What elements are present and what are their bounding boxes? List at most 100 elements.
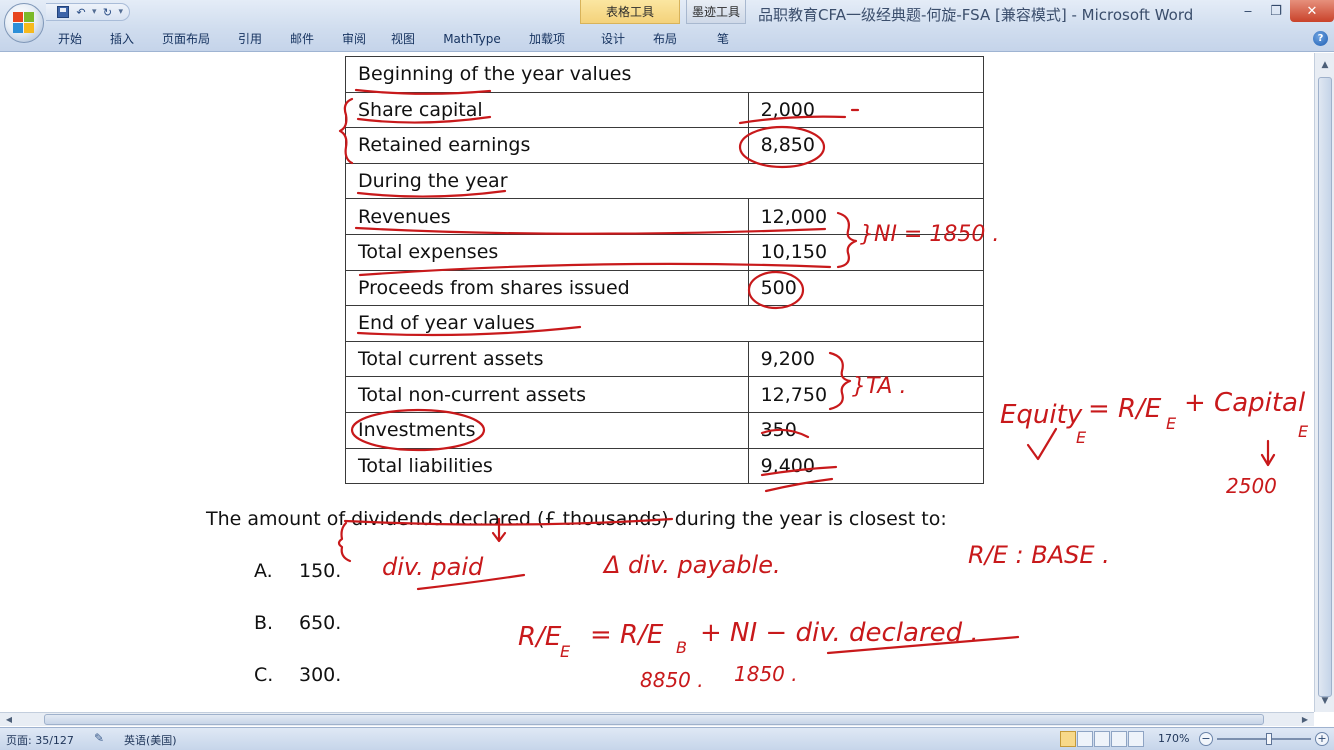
ink-re-rhs: + NI − div. declared .: [700, 618, 979, 648]
table-row: End of year values: [345, 305, 984, 342]
tab-mathtype[interactable]: MathType: [430, 29, 514, 49]
option-text: 650.: [299, 612, 342, 634]
ink-capital-label: + Capital: [1184, 388, 1306, 418]
ink-arrow: [1260, 439, 1276, 467]
table-cell-value: 8,850: [747, 127, 985, 164]
status-bar: 页面: 35/127 ✎ 英语(美国) 170% − +: [0, 727, 1334, 750]
table-cell-label: Proceeds from shares issued: [345, 269, 749, 307]
table-cell-label: Total non-current assets: [345, 376, 749, 413]
tab-layout[interactable]: 布局: [646, 29, 684, 49]
zoom-in-button[interactable]: +: [1315, 732, 1329, 746]
redo-icon[interactable]: ↻: [101, 5, 115, 19]
scroll-down-icon[interactable]: ▼: [1317, 693, 1333, 709]
save-icon[interactable]: [56, 5, 70, 19]
table-cell-value: 10,150: [747, 233, 985, 271]
question-text: The amount of dividends declared (£ thou…: [206, 508, 947, 530]
ink-equity-rhs: = R/E: [1088, 394, 1162, 424]
table-row: Total expenses 10,150: [345, 233, 985, 271]
scroll-left-icon[interactable]: ◀: [2, 713, 16, 726]
zoom-slider[interactable]: [1217, 738, 1311, 740]
table-cell-label: Revenues: [345, 198, 749, 235]
ink-capital-sub: E: [1298, 422, 1309, 441]
tab-add-ins[interactable]: 加载项: [514, 29, 580, 49]
web-layout-view-icon[interactable]: [1094, 731, 1110, 747]
ink-re-lhs-sub: E: [560, 642, 571, 661]
ink-value-8850: 8850 .: [640, 668, 704, 692]
vertical-scrollbar[interactable]: ▲ ▼: [1314, 53, 1334, 712]
financial-data-table: Beginning of the year values Share capit…: [345, 56, 985, 485]
table-cell-label: Total current assets: [345, 340, 749, 378]
undo-dropdown-icon[interactable]: ▾: [92, 7, 97, 17]
tab-review[interactable]: 审阅: [332, 29, 376, 49]
table-section-header: During the year: [345, 162, 984, 200]
undo-icon[interactable]: ↶: [74, 5, 88, 19]
full-screen-reading-view-icon[interactable]: [1077, 731, 1093, 747]
table-row: Total non-current assets 12,750: [345, 376, 985, 413]
zoom-out-button[interactable]: −: [1199, 732, 1213, 746]
draft-view-icon[interactable]: [1128, 731, 1144, 747]
tab-mailings[interactable]: 邮件: [272, 29, 332, 49]
horizontal-scroll-thumb[interactable]: [44, 714, 1264, 725]
tab-home[interactable]: 开始: [40, 29, 100, 49]
proofing-icon[interactable]: ✎: [94, 731, 110, 747]
table-row: Total current assets 9,200: [345, 340, 985, 378]
tab-view[interactable]: 视图: [376, 29, 430, 49]
office-button[interactable]: [4, 3, 44, 43]
table-cell-value: 12,000: [747, 198, 985, 235]
help-icon[interactable]: ?: [1313, 31, 1328, 46]
tab-design[interactable]: 设计: [580, 29, 646, 49]
vertical-scroll-thumb[interactable]: [1318, 77, 1332, 697]
scroll-up-icon[interactable]: ▲: [1317, 57, 1333, 73]
option-text: 150.: [299, 560, 342, 582]
table-row: Beginning of the year values: [345, 56, 984, 93]
close-button[interactable]: ✕: [1290, 0, 1334, 22]
window-controls: ‒ ❐ ✕: [1234, 0, 1334, 22]
table-row: Total liabilities 9,400: [345, 447, 985, 485]
option-text: 300.: [299, 664, 342, 686]
table-cell-label: Total expenses: [345, 233, 749, 271]
ink-equity-label: Equity: [1000, 400, 1083, 430]
table-cell-value: 9,200: [747, 340, 985, 378]
table-cell-value: 9,400: [747, 447, 985, 485]
document-page[interactable]: Beginning of the year values Share capit…: [0, 53, 1314, 712]
tab-insert[interactable]: 插入: [100, 29, 144, 49]
table-row: Proceeds from shares issued 500: [345, 269, 985, 307]
customize-qat-icon[interactable]: ▾: [119, 7, 124, 17]
tab-page-layout[interactable]: 页面布局: [144, 29, 228, 49]
scroll-right-icon[interactable]: ▶: [1298, 713, 1312, 726]
print-layout-view-icon[interactable]: [1060, 731, 1076, 747]
table-cell-label: Share capital: [345, 91, 749, 129]
table-cell-value: 350: [747, 411, 985, 449]
quick-access-toolbar: ↶ ▾ ↻ ▾: [46, 3, 131, 21]
table-row: Retained earnings 8,850: [345, 127, 985, 164]
tab-pen[interactable]: 笔: [684, 29, 762, 49]
page-indicator[interactable]: 页面: 35/127: [6, 732, 74, 748]
zoom-slider-knob[interactable]: [1266, 733, 1272, 745]
window-title: 品职教育CFA一级经典题-何旋-FSA [兼容模式] - Microsoft W…: [758, 6, 1194, 24]
table-cell-value: 500: [747, 269, 985, 307]
table-row: Share capital 2,000: [345, 91, 985, 129]
horizontal-scrollbar[interactable]: ◀ ▶: [0, 712, 1314, 726]
table-section-header: Beginning of the year values: [345, 56, 984, 93]
office-logo-icon: [13, 12, 35, 34]
ink-underline: [416, 573, 526, 591]
language-indicator[interactable]: 英语(美国): [124, 732, 177, 748]
title-bar: ↶ ▾ ↻ ▾ 表格工具 墨迹工具 品职教育CFA一级经典题-何旋-FSA [兼…: [0, 0, 1334, 52]
ink-re-lhs: R/E: [518, 622, 562, 652]
ink-delta-div-payable: Δ div. payable.: [602, 551, 781, 579]
answer-option-c: C. 300.: [254, 664, 341, 686]
ink-div-paid: div. paid: [382, 553, 484, 581]
outline-view-icon[interactable]: [1111, 731, 1127, 747]
table-section-header: End of year values: [345, 305, 984, 342]
table-cell-label: Total liabilities: [345, 447, 749, 485]
option-letter: B.: [254, 612, 274, 634]
restore-button[interactable]: ❐: [1262, 0, 1290, 22]
zoom-level[interactable]: 170%: [1158, 732, 1189, 745]
ink-value-1850: 1850 .: [734, 662, 798, 686]
tab-references[interactable]: 引用: [228, 29, 272, 49]
option-letter: A.: [254, 560, 273, 582]
ink-capital-value: 2500: [1226, 474, 1277, 498]
answer-option-a: A. 150.: [254, 560, 341, 582]
ink-re-mid-sub: B: [676, 638, 687, 657]
minimize-button[interactable]: ‒: [1234, 0, 1262, 22]
